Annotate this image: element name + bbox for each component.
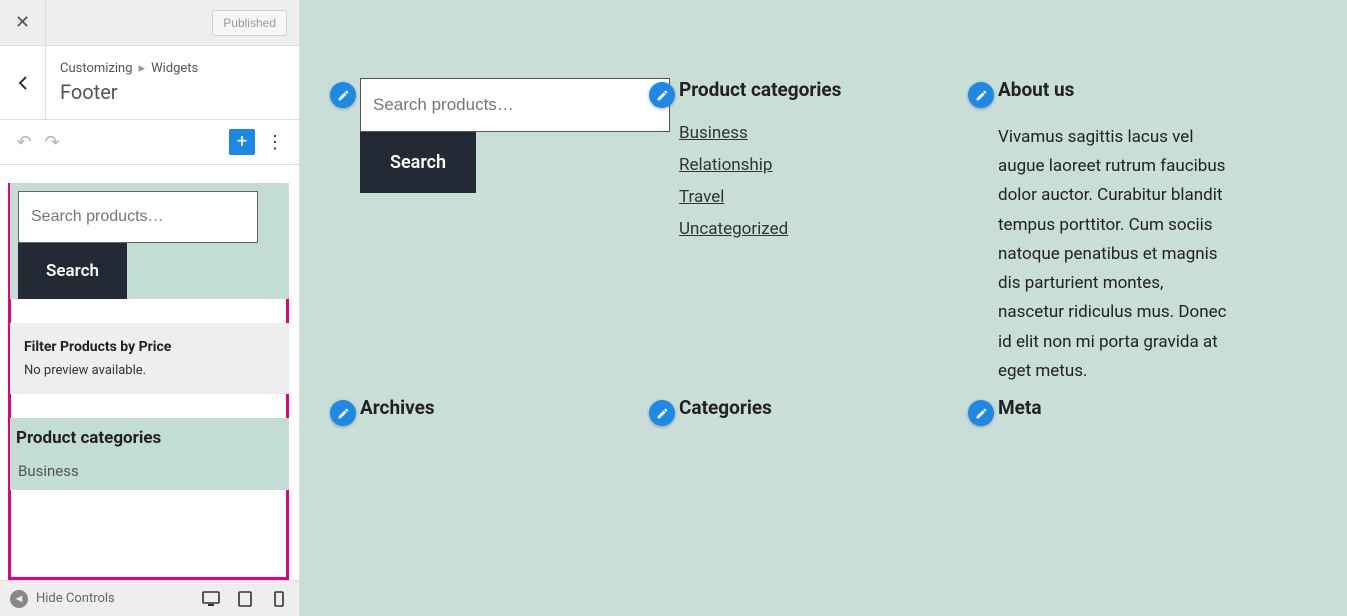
block-canvas[interactable]: Search Filter Products by Price No previ… — [0, 165, 299, 580]
breadcrumb-child[interactable]: Widgets — [151, 61, 198, 76]
category-link[interactable]: Business — [679, 123, 968, 143]
close-customizer-button[interactable]: ✕ — [0, 0, 46, 46]
pencil-icon — [975, 407, 988, 420]
footer-widget-archives: Archives — [360, 396, 649, 419]
edit-widget-button[interactable] — [330, 82, 356, 108]
edit-widget-button[interactable] — [968, 82, 994, 108]
pencil-icon — [656, 407, 669, 420]
category-link[interactable]: Relationship — [679, 155, 968, 175]
pencil-icon — [337, 407, 350, 420]
footer-widget-categories: Product categories Business Relationship… — [679, 78, 968, 386]
filter-price-message: No preview available. — [24, 363, 275, 378]
block-toolbar: ↶ ↷ + ⋮ — [0, 120, 299, 165]
tablet-preview-button[interactable] — [235, 589, 255, 609]
pencil-icon — [337, 89, 350, 102]
pencil-icon — [656, 89, 669, 102]
hide-controls-label: Hide Controls — [36, 591, 115, 606]
category-link[interactable]: Travel — [679, 187, 968, 207]
published-button[interactable]: Published — [212, 10, 287, 36]
category-links: Business Relationship Travel Uncategoriz… — [679, 123, 968, 239]
collapse-icon: ◄ — [10, 590, 28, 608]
edit-widget-button[interactable] — [649, 82, 675, 108]
footer-widget-search: Search — [360, 78, 649, 386]
edit-widget-button[interactable] — [330, 400, 356, 426]
widget-title: Meta — [998, 396, 1287, 419]
customizer-panel: ✕ Published Customizing▸Widgets Footer ↶… — [0, 0, 300, 616]
redo-button[interactable]: ↷ — [38, 128, 66, 156]
breadcrumb-parent[interactable]: Customizing — [60, 61, 133, 76]
desktop-preview-button[interactable] — [201, 589, 221, 609]
section-title: Footer — [60, 80, 198, 104]
customizer-footer: ◄ Hide Controls — [0, 580, 299, 616]
footer-widget-meta: Meta — [998, 396, 1287, 419]
widget-title: Archives — [360, 396, 649, 419]
category-link[interactable]: Uncategorized — [679, 219, 968, 239]
footer-widget-about: About us Vivamus sagittis lacus vel augu… — [998, 78, 1287, 386]
categories-item[interactable]: Business — [16, 462, 289, 480]
add-block-button[interactable]: + — [229, 129, 255, 155]
search-block[interactable]: Search — [10, 183, 289, 299]
breadcrumb: Customizing▸Widgets — [60, 61, 198, 76]
widget-title: About us — [998, 78, 1287, 101]
undo-button[interactable]: ↶ — [10, 128, 38, 156]
filter-price-block[interactable]: Filter Products by Price No preview avai… — [10, 323, 289, 394]
filter-price-title: Filter Products by Price — [24, 339, 275, 355]
back-button[interactable] — [0, 46, 46, 119]
pencil-icon — [975, 89, 988, 102]
more-options-button[interactable]: ⋮ — [261, 128, 289, 156]
hide-controls-button[interactable]: ◄ Hide Controls — [10, 590, 115, 608]
edit-widget-button[interactable] — [968, 400, 994, 426]
search-input[interactable] — [18, 191, 258, 243]
widget-title: Categories — [679, 396, 968, 419]
mobile-preview-button[interactable] — [269, 589, 289, 609]
categories-title: Product categories — [16, 428, 289, 448]
edit-widget-button[interactable] — [649, 400, 675, 426]
customizer-path: Customizing▸Widgets Footer — [0, 46, 299, 120]
customizer-topbar: ✕ Published — [0, 0, 299, 46]
about-text: Vivamus sagittis lacus vel augue laoreet… — [998, 123, 1228, 386]
preview-search-input[interactable] — [360, 78, 670, 132]
chevron-left-icon — [17, 75, 29, 91]
search-button[interactable]: Search — [18, 243, 127, 299]
categories-block[interactable]: Product categories Business — [10, 418, 289, 490]
footer-widget-categories2: Categories — [679, 396, 968, 419]
widget-title: Product categories — [679, 78, 968, 101]
site-preview: Search Product categories Business Relat… — [300, 0, 1347, 616]
preview-search-button[interactable]: Search — [360, 132, 476, 193]
